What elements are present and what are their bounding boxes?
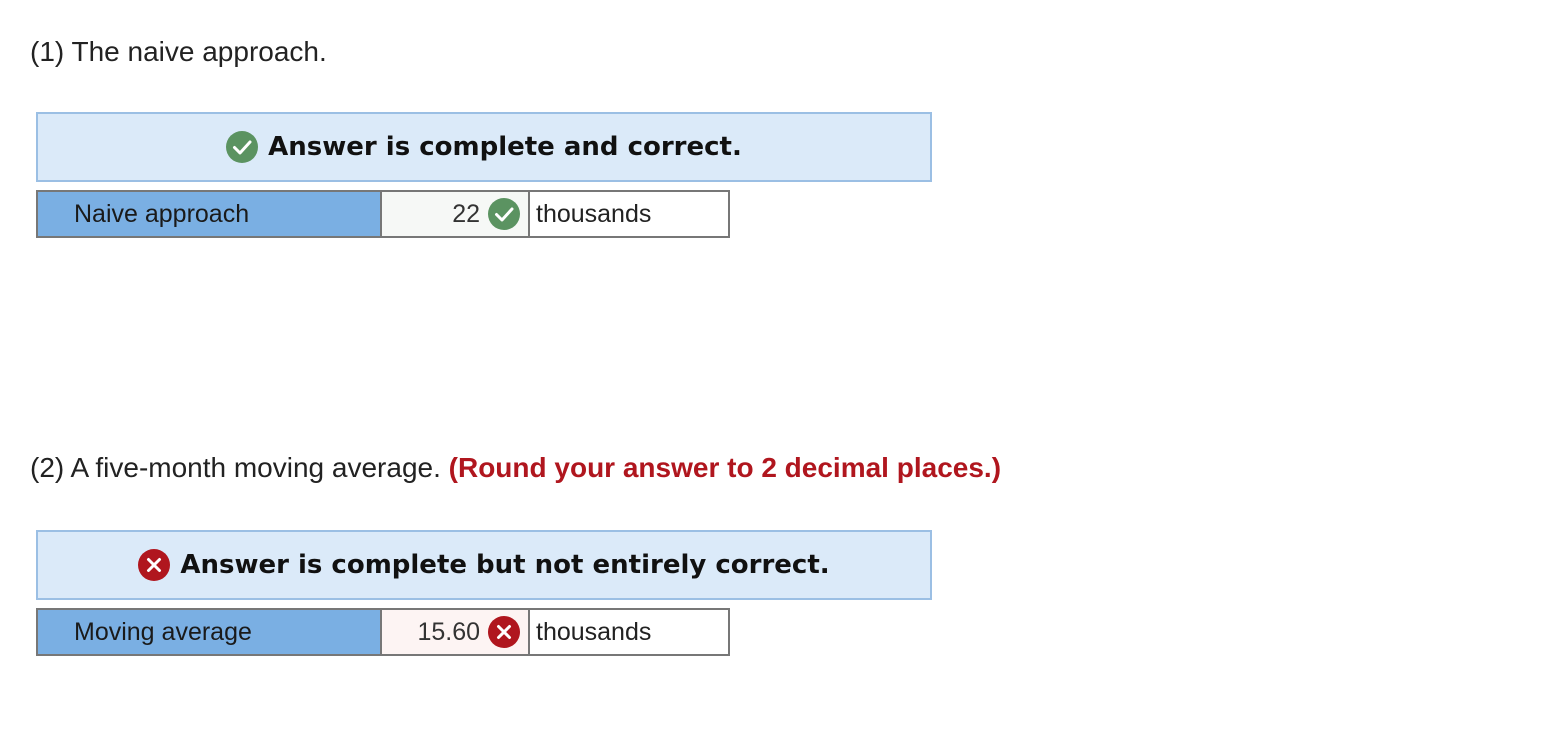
answer-unit-cell: thousands (528, 190, 730, 238)
answer-label-cell: Moving average (36, 608, 382, 656)
feedback-banner-incorrect: Answer is complete but not entirely corr… (36, 530, 932, 600)
answer-value: 15.60 (417, 617, 480, 646)
answer-value: 22 (452, 199, 480, 228)
answer-label: Naive approach (74, 199, 250, 228)
check-circle-icon (226, 131, 259, 163)
answer-unit-cell: thousands (528, 608, 730, 656)
answer-label: Moving average (74, 617, 252, 646)
x-circle-icon (488, 616, 520, 648)
answer-label-cell: Naive approach (36, 190, 382, 238)
answer-row-naive: Naive approach 22 thousands (36, 190, 730, 238)
feedback-banner-correct: Answer is complete and correct. (36, 112, 932, 182)
answer-unit: thousands (536, 617, 652, 646)
question-2-text: (2) A five-month moving average. (Round … (30, 450, 1001, 486)
question-1-label: (1) The naive approach. (30, 36, 327, 67)
answer-value-field[interactable]: 15.60 (380, 608, 530, 656)
feedback-banner-text: Answer is complete but not entirely corr… (180, 550, 830, 580)
answer-row-moving-average: Moving average 15.60 thousands (36, 608, 730, 656)
answer-value-field[interactable]: 22 (380, 190, 530, 238)
answer-unit: thousands (536, 199, 652, 228)
feedback-banner-text: Answer is complete and correct. (268, 132, 742, 162)
check-circle-icon (488, 198, 520, 230)
x-circle-icon (138, 549, 171, 581)
rounding-instruction: (Round your answer to 2 decimal places.) (448, 452, 1002, 483)
question-2-label: (2) A five-month moving average. (30, 452, 441, 483)
question-1-text: (1) The naive approach. (30, 34, 327, 70)
